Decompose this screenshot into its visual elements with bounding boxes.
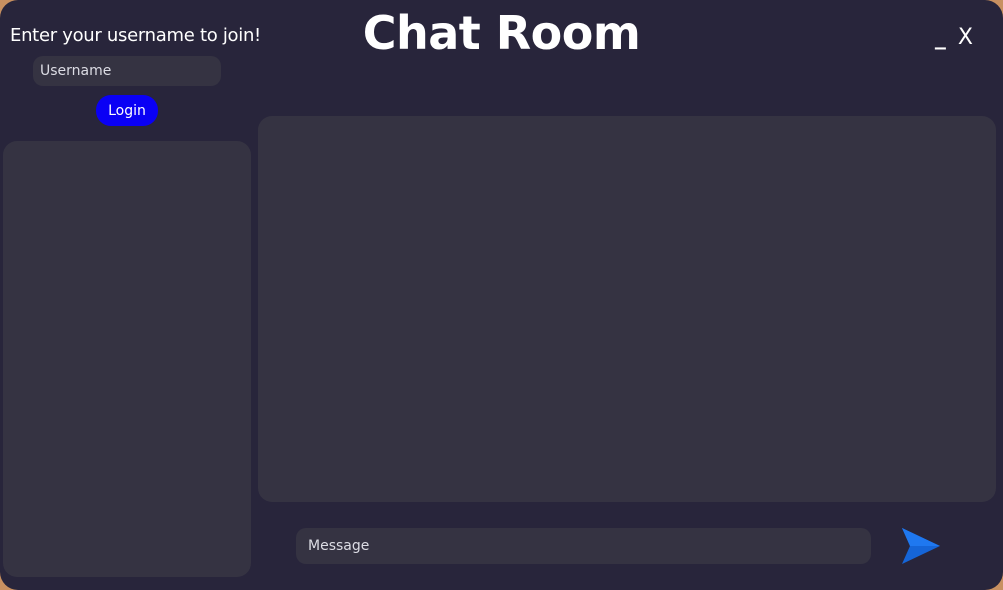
- window-controls: _ X: [935, 26, 973, 50]
- close-button[interactable]: X: [958, 26, 973, 50]
- chat-messages-panel: [258, 116, 996, 502]
- message-input[interactable]: [296, 528, 871, 564]
- send-button[interactable]: [900, 526, 942, 566]
- minimize-button[interactable]: _: [935, 26, 946, 50]
- send-arrow-icon: [902, 528, 940, 564]
- users-list-panel: [3, 141, 251, 577]
- chat-room-window: Enter your username to join! Login Chat …: [0, 0, 1003, 590]
- username-input[interactable]: [33, 56, 221, 86]
- page-title: Chat Room: [362, 6, 641, 60]
- login-button[interactable]: Login: [96, 95, 158, 126]
